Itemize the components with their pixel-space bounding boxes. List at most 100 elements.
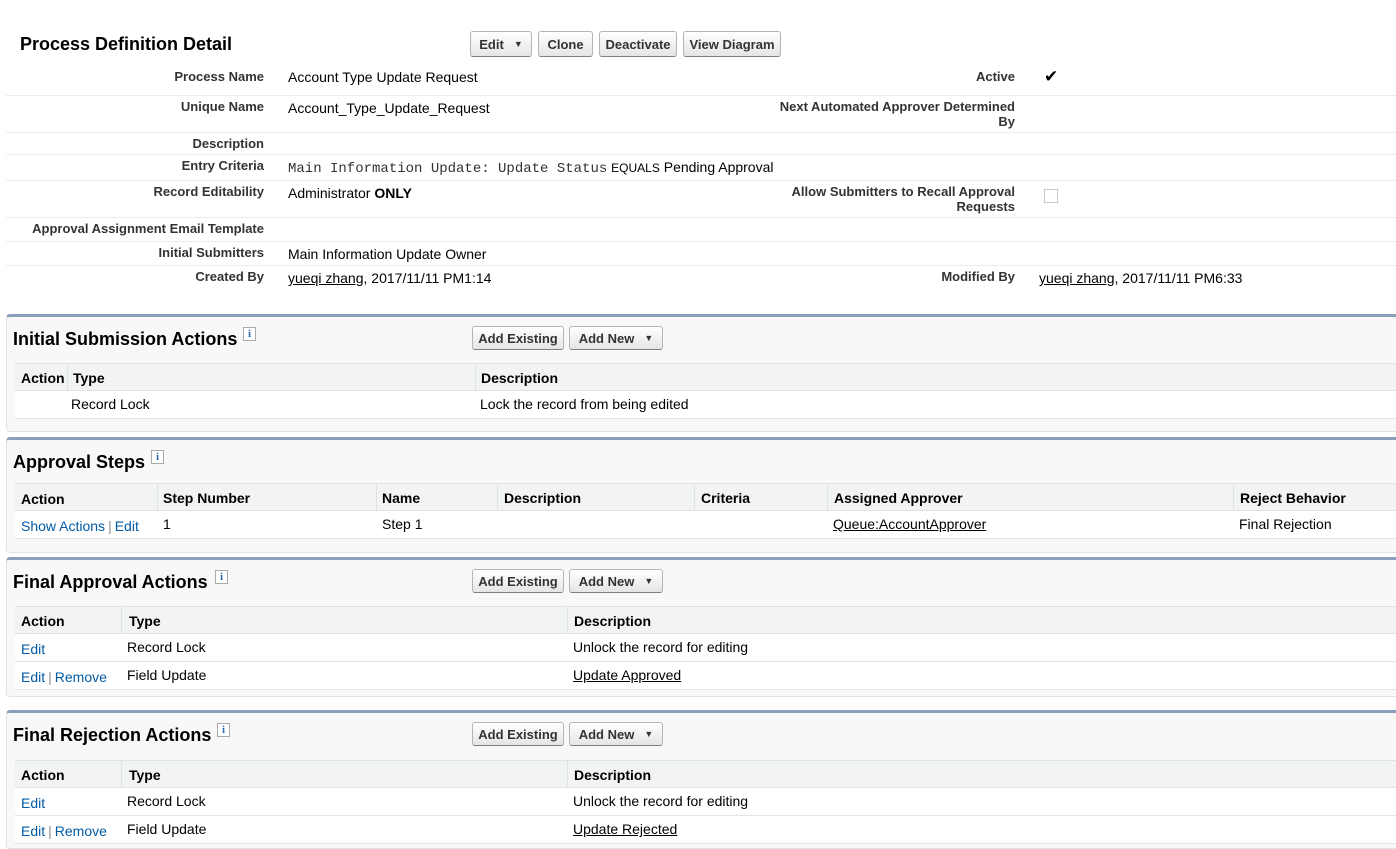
- initial-submitters-label: Initial Submitters: [158, 245, 264, 260]
- edit-link[interactable]: Edit: [21, 669, 45, 685]
- column-divider: [1233, 484, 1234, 510]
- row-description: Unlock the record for editing: [573, 793, 749, 809]
- field-update-link[interactable]: Update Approved: [573, 667, 681, 683]
- column-divider: [567, 761, 568, 787]
- column-header-action: Action: [21, 613, 65, 629]
- clone-button[interactable]: Clone: [538, 31, 593, 57]
- modified-by-date: , 2017/11/11 PM6:33: [1114, 270, 1243, 286]
- link-separator: |: [48, 669, 52, 685]
- panel-title: Final Rejection Actions: [13, 725, 212, 745]
- table-row: Edit Record Lock Unlock the record for e…: [15, 634, 1396, 662]
- created-by-date: , 2017/11/11 PM1:14: [363, 270, 492, 286]
- allow-recall-checkbox: [1044, 189, 1058, 203]
- row-description: Lock the record from being edited: [480, 396, 689, 412]
- add-new-dropdown-button[interactable]: Add New ▼: [569, 326, 663, 350]
- column-header-type: Type: [73, 370, 105, 386]
- divider: [6, 241, 1396, 242]
- panel-title: Initial Submission Actions: [13, 329, 238, 349]
- row-type: Field Update: [127, 821, 207, 837]
- record-editability-bold: ONLY: [374, 185, 412, 201]
- show-actions-link[interactable]: Show Actions: [21, 518, 105, 534]
- next-approver-label: Next Automated Approver Determined By: [780, 99, 1015, 129]
- column-header-description: Description: [574, 613, 652, 629]
- add-new-label: Add New: [578, 330, 635, 346]
- process-name-value: Account Type Update Request: [288, 69, 478, 85]
- entry-criteria-operator: EQUALS: [611, 161, 660, 175]
- chevron-down-icon: ▼: [513, 39, 523, 49]
- link-separator: |: [108, 518, 112, 534]
- column-header-reject-behavior: Reject Behavior: [1240, 490, 1346, 506]
- allow-recall-label: Allow Submitters to Recall Approval Requ…: [792, 184, 1015, 214]
- info-icon[interactable]: i: [243, 327, 256, 341]
- edit-label: Edit: [479, 36, 504, 52]
- email-template-label: Approval Assignment Email Template: [32, 221, 264, 236]
- column-header-assigned-approver: Assigned Approver: [834, 490, 963, 506]
- divider: [6, 154, 1396, 155]
- table-row: Edit | Remove Field Update Update Approved: [15, 662, 1396, 690]
- final-approval-panel: Final Approval Actions i Add Existing Ad…: [6, 557, 1396, 697]
- created-by-label: Created By: [195, 269, 264, 284]
- created-by-value: yueqi zhang, 2017/11/11 PM1:14: [288, 269, 491, 287]
- field-update-link[interactable]: Update Rejected: [573, 821, 677, 837]
- column-header-description: Description: [481, 370, 559, 386]
- initial-submitters-value: Main Information Update Owner: [288, 246, 487, 262]
- row-actions: Edit: [21, 795, 45, 811]
- edit-link[interactable]: Edit: [21, 823, 45, 839]
- record-editability-value: Administrator ONLY: [288, 184, 412, 202]
- final-rejection-panel: Final Rejection Actions i Add Existing A…: [6, 710, 1396, 849]
- deactivate-button[interactable]: Deactivate: [599, 31, 677, 57]
- remove-link[interactable]: Remove: [55, 669, 107, 685]
- chevron-down-icon: ▼: [644, 576, 654, 586]
- table-header: Action Type Description: [15, 760, 1396, 788]
- modified-by-user-link[interactable]: yueqi zhang: [1039, 270, 1115, 286]
- created-by-user-link[interactable]: yueqi zhang: [288, 270, 364, 286]
- link-separator: |: [48, 823, 52, 839]
- add-existing-button[interactable]: Add Existing: [472, 569, 564, 593]
- entry-criteria-label: Entry Criteria: [181, 158, 264, 173]
- info-icon[interactable]: i: [217, 723, 230, 737]
- column-divider: [567, 607, 568, 633]
- assigned-approver-link[interactable]: Queue:AccountApprover: [833, 516, 986, 532]
- approval-steps-panel: Approval Steps i Action Step Number Name…: [6, 437, 1396, 553]
- row-step-number: 1: [163, 516, 171, 532]
- divider: [6, 132, 1396, 133]
- unique-name-value: Account_Type_Update_Request: [288, 100, 490, 116]
- row-reject-behavior: Final Rejection: [1239, 516, 1332, 532]
- initial-submission-panel: Initial Submission Actions i Add Existin…: [6, 314, 1396, 432]
- column-header-step-number: Step Number: [163, 490, 251, 506]
- edit-link[interactable]: Edit: [115, 518, 139, 534]
- column-divider: [67, 364, 68, 390]
- table-row: Edit Record Lock Unlock the record for e…: [15, 788, 1396, 816]
- edit-dropdown-button[interactable]: Edit ▼: [470, 31, 532, 57]
- row-description: Unlock the record for editing: [573, 639, 749, 655]
- allow-recall-label-line2: Requests: [956, 199, 1015, 214]
- allow-recall-label-line1: Allow Submitters to Recall Approval: [791, 184, 1015, 199]
- remove-link[interactable]: Remove: [55, 823, 107, 839]
- row-type: Record Lock: [71, 396, 150, 412]
- divider: [6, 265, 1396, 266]
- add-new-dropdown-button[interactable]: Add New ▼: [569, 569, 663, 593]
- add-existing-button[interactable]: Add Existing: [472, 722, 564, 746]
- entry-criteria-target: Pending Approval: [663, 159, 774, 175]
- column-header-action: Action: [21, 767, 65, 783]
- column-header-description: Description: [504, 490, 582, 506]
- table-header: Action Step Number Name Description Crit…: [15, 483, 1396, 511]
- page-title: Process Definition Detail: [20, 34, 233, 54]
- view-diagram-button[interactable]: View Diagram: [683, 31, 781, 57]
- column-header-criteria: Criteria: [701, 490, 751, 506]
- info-icon[interactable]: i: [151, 450, 164, 464]
- row-type: Record Lock: [127, 793, 206, 809]
- table-header: Action Type Description: [15, 363, 1396, 391]
- table-row: Show Actions | Edit 1 Step 1 Queue:Account…: [15, 511, 1396, 539]
- table-header: Action Type Description: [15, 606, 1396, 634]
- edit-link[interactable]: Edit: [21, 795, 45, 811]
- panel-title: Approval Steps: [13, 452, 146, 472]
- table-row: Edit | Remove Field Update Update Rejected: [15, 816, 1396, 844]
- edit-link[interactable]: Edit: [21, 641, 45, 657]
- add-existing-button[interactable]: Add Existing: [472, 326, 564, 350]
- add-new-dropdown-button[interactable]: Add New ▼: [569, 722, 663, 746]
- info-icon[interactable]: i: [215, 570, 228, 584]
- process-name-label: Process Name: [174, 69, 264, 84]
- record-editability-prefix: Administrator: [288, 185, 371, 201]
- column-divider: [694, 484, 695, 510]
